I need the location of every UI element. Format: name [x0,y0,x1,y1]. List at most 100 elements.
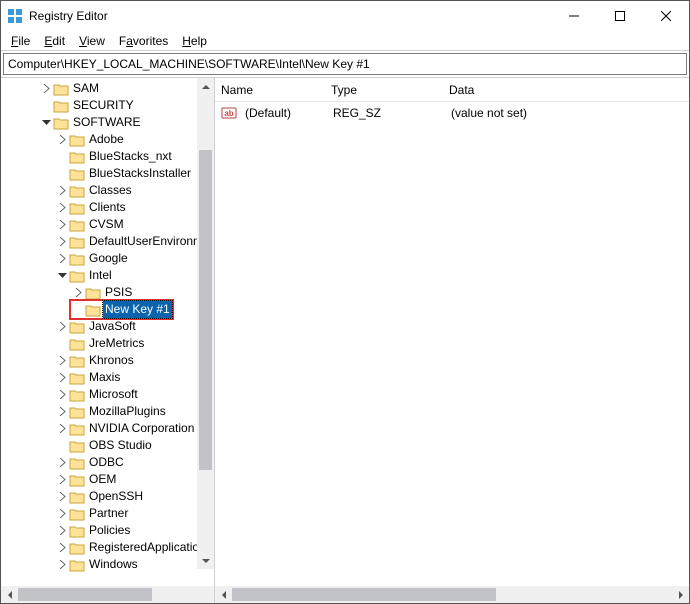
scroll-up-arrow-icon[interactable] [197,78,214,95]
address-bar[interactable]: Computer\HKEY_LOCAL_MACHINE\SOFTWARE\Int… [3,53,687,75]
menu-file[interactable]: File [5,33,36,49]
tree-node-oem[interactable]: OEM [3,471,214,488]
tree-node-obs[interactable]: OBS Studio [3,437,214,454]
chevron-right-icon[interactable] [55,490,69,504]
titlebar: Registry Editor [1,1,689,31]
menu-view[interactable]: View [73,33,111,49]
chevron-down-icon[interactable] [39,116,53,130]
tree-node-openssh[interactable]: OpenSSH [3,488,214,505]
tree-node-bluestacksinstaller[interactable]: BlueStacksInstaller [3,165,214,182]
scroll-right-arrow-icon[interactable] [672,586,689,603]
value-name: (Default) [239,106,327,120]
tree-node-nvidia[interactable]: NVIDIA Corporation [3,420,214,437]
chevron-right-icon[interactable] [55,133,69,147]
tree-node-sam[interactable]: SAM [3,80,214,97]
chevron-down-icon[interactable] [55,269,69,283]
chevron-right-icon[interactable] [55,354,69,368]
chevron-right-icon[interactable] [55,184,69,198]
chevron-right-icon[interactable] [55,405,69,419]
scroll-corner [197,586,214,603]
folder-icon [69,473,85,487]
tree-node-intel[interactable]: Intel [3,267,214,284]
content-area: SAM SECURITY SOFTWARE Adobe [1,77,689,603]
scroll-left-arrow-icon[interactable] [215,586,232,603]
tree-node-khronos[interactable]: Khronos [3,352,214,369]
folder-icon [69,507,85,521]
menu-help[interactable]: Help [176,33,213,49]
tree-vertical-scrollbar[interactable] [197,78,214,569]
folder-icon [69,524,85,538]
tree-node-policies[interactable]: Policies [3,522,214,539]
chevron-right-icon[interactable] [55,422,69,436]
tree-node-software[interactable]: SOFTWARE [3,114,214,131]
maximize-button[interactable] [597,1,643,31]
menu-favorites[interactable]: Favorites [113,33,174,49]
tree-node-clients[interactable]: Clients [3,199,214,216]
folder-icon [69,252,85,266]
tree-node-microsoft[interactable]: Microsoft [3,386,214,403]
scroll-down-arrow-icon[interactable] [197,552,214,569]
folder-icon [69,388,85,402]
folder-icon [69,371,85,385]
chevron-right-icon[interactable] [55,235,69,249]
chevron-right-icon[interactable] [55,524,69,538]
chevron-right-icon[interactable] [55,541,69,555]
value-row-default[interactable]: ab (Default) REG_SZ (value not set) [215,104,689,122]
tree-horizontal-scrollbar[interactable] [1,586,214,603]
folder-icon [85,303,101,317]
tree-node-bluestacks-nxt[interactable]: BlueStacks_nxt [3,148,214,165]
scrollbar-thumb[interactable] [232,588,496,601]
scrollbar-track[interactable] [197,95,214,552]
folder-icon [69,184,85,198]
tree-node-google[interactable]: Google [3,250,214,267]
folder-icon [69,541,85,555]
minimize-button[interactable] [551,1,597,31]
chevron-right-icon[interactable] [55,371,69,385]
chevron-right-icon[interactable] [55,252,69,266]
tree-node-cvsm[interactable]: CVSM [3,216,214,233]
close-button[interactable] [643,1,689,31]
tree-node-windows[interactable]: Windows [3,556,214,573]
tree-node-adobe[interactable]: Adobe [3,131,214,148]
chevron-right-icon[interactable] [55,320,69,334]
values-horizontal-scrollbar[interactable] [215,586,689,603]
tree-node-defaultuserenv[interactable]: DefaultUserEnvironm [3,233,214,250]
registry-tree[interactable]: SAM SECURITY SOFTWARE Adobe [1,78,214,575]
menu-edit[interactable]: Edit [38,33,71,49]
tree-node-registeredapp[interactable]: RegisteredApplicatio [3,539,214,556]
chevron-right-icon[interactable] [39,82,53,96]
app-icon [7,8,23,24]
column-header-name[interactable]: Name [215,83,325,97]
tree-node-mozillaplugins[interactable]: MozillaPlugins [3,403,214,420]
tree-node-newkey1[interactable]: New Key #1 [3,301,214,318]
tree-node-classes[interactable]: Classes [3,182,214,199]
chevron-right-icon[interactable] [55,218,69,232]
scrollbar-thumb[interactable] [199,150,212,470]
chevron-right-icon[interactable] [71,286,85,300]
value-type: REG_SZ [327,106,445,120]
tree-node-odbc[interactable]: ODBC [3,454,214,471]
chevron-right-icon[interactable] [55,388,69,402]
tree-node-jremetrics[interactable]: JreMetrics [3,335,214,352]
folder-icon [69,490,85,504]
chevron-right-icon[interactable] [55,558,69,572]
tree-node-javasoft[interactable]: JavaSoft [3,318,214,335]
scrollbar-thumb[interactable] [18,588,152,601]
folder-icon [69,354,85,368]
chevron-right-icon[interactable] [55,201,69,215]
tree-node-maxis[interactable]: Maxis [3,369,214,386]
folder-icon [69,201,85,215]
scrollbar-track[interactable] [232,586,672,603]
chevron-right-icon[interactable] [55,473,69,487]
scroll-left-arrow-icon[interactable] [1,586,18,603]
tree-node-partner[interactable]: Partner [3,505,214,522]
address-path: Computer\HKEY_LOCAL_MACHINE\SOFTWARE\Int… [8,57,370,71]
column-header-data[interactable]: Data [443,83,689,97]
chevron-right-icon[interactable] [55,507,69,521]
values-list[interactable]: ab (Default) REG_SZ (value not set) [215,102,689,586]
tree-node-security[interactable]: SECURITY [3,97,214,114]
scrollbar-track[interactable] [18,586,197,603]
folder-icon [69,235,85,249]
chevron-right-icon[interactable] [55,456,69,470]
column-header-type[interactable]: Type [325,83,443,97]
